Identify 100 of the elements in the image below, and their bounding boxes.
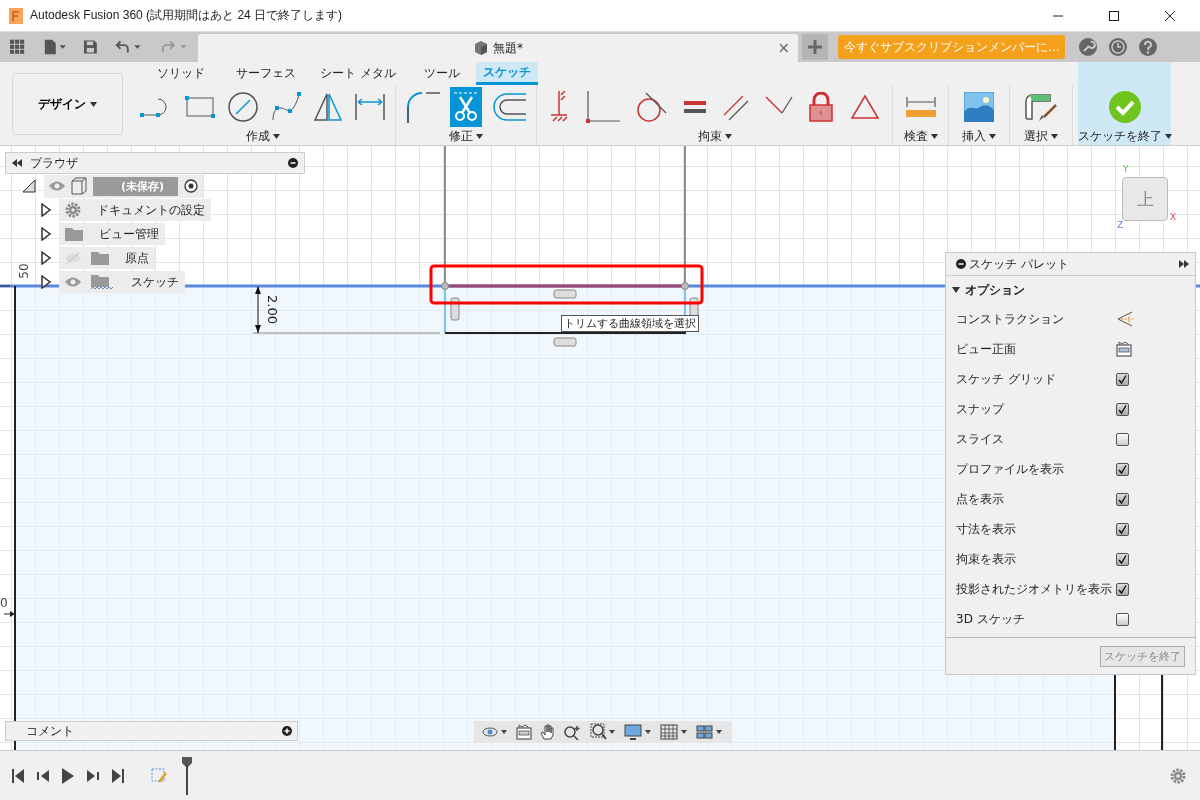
checkbox[interactable] [1116,552,1129,566]
window-title: Autodesk Fusion 360 (試用期間はあと 24 日で終了します) [30,7,343,24]
sketch-line[interactable] [1161,673,1163,750]
expand-icon[interactable] [41,251,51,265]
first-icon[interactable] [12,768,24,783]
settings-icon[interactable] [1170,767,1186,784]
caret-icon [476,134,483,139]
sketch-point[interactable] [441,282,449,290]
add-circle-icon[interactable] [282,726,292,736]
option-label: 点を表示 [956,490,1005,508]
ribbon-tab[interactable]: サーフェス [223,62,308,85]
group-dropdown[interactable]: 検査 [903,128,938,145]
display-icon[interactable] [624,724,652,740]
perpendicular-icon [585,91,620,123]
group-dropdown[interactable]: 選択 [1024,128,1058,145]
group-dropdown[interactable]: 作成 [245,128,280,145]
option-label: コンストラクション [956,310,1065,328]
zoom-icon[interactable] [564,724,582,740]
caret-icon[interactable] [952,287,960,293]
option-label: スケッチ グリッド [956,370,1057,388]
checkbox[interactable] [1116,462,1129,476]
close-icon[interactable] [1164,9,1176,22]
viewports-icon[interactable] [696,724,724,740]
checkbox[interactable] [1116,582,1129,596]
checkbox[interactable] [1116,432,1129,446]
rectangle-icon [184,95,217,119]
checkbox[interactable] [1116,372,1129,386]
sketch-point[interactable] [681,282,689,290]
grid-menu-icon[interactable] [10,39,25,55]
offset-icon [491,92,526,122]
component-icon [71,177,87,195]
sketch-folder-icon [91,274,115,290]
maximize-icon[interactable] [1108,9,1120,22]
ribbon-tab[interactable]: シート メタル [308,62,408,85]
option-label: プロファイルを表示 [956,460,1065,478]
save-icon[interactable] [84,40,98,54]
option-label: スライス [956,430,1005,448]
minus-circle-icon[interactable] [288,158,298,168]
caret-icon [724,134,732,139]
collapse-icon[interactable] [12,159,22,167]
radio-target-icon[interactable] [184,179,199,193]
sketch-line[interactable] [1114,673,1116,750]
sketch-line[interactable] [14,285,16,750]
look-at-icon[interactable] [1116,341,1132,357]
close-tab-button[interactable]: × [777,39,790,57]
caret-icon [1164,134,1172,139]
zoom-window-icon[interactable] [590,723,616,741]
checkbox[interactable] [1116,492,1129,506]
clock-icon[interactable] [1108,37,1129,57]
orbit-icon[interactable] [482,724,508,740]
option-label: 寸法を表示 [956,520,1017,538]
wrench-icon[interactable] [1078,37,1099,57]
vertical-constraint-icon[interactable] [450,297,460,321]
look-at-icon[interactable] [516,724,532,740]
checkbox[interactable] [1116,522,1129,536]
new-tab-icon[interactable] [802,34,828,60]
previous-icon[interactable] [37,768,49,783]
option-label: 投影されたジオメトリを表示 [956,580,1113,598]
timeline-marker-icon[interactable] [182,756,192,795]
mirror-icon [312,92,343,122]
grid-icon[interactable] [660,724,688,740]
next-icon[interactable] [87,768,99,783]
last-icon[interactable] [112,768,124,783]
minus-circle-icon[interactable] [956,259,966,269]
ribbon-tab[interactable]: ツール [408,62,476,85]
option-label: 3D スケッチ [956,610,1026,628]
group-dropdown[interactable]: 挿入 [962,128,996,145]
expand-icon[interactable] [41,275,51,289]
ruler-icon [905,96,936,118]
group-dropdown[interactable]: スケッチを終了 [1077,128,1172,145]
option-label: ビュー正面 [956,340,1017,358]
document-tab[interactable]: 無題* × [198,34,798,62]
expand-icon[interactable] [41,227,51,241]
construction-icon[interactable] [1116,311,1134,327]
expanded-icon[interactable] [22,179,36,193]
group-dropdown[interactable]: 拘束 [697,128,732,145]
equal-icon [684,99,707,115]
ribbon-tab[interactable]: ソリッド [138,62,223,85]
group-dropdown[interactable]: 修正 [449,128,483,145]
workspace-dropdown[interactable]: デザイン [12,73,123,135]
checkbox[interactable] [1116,402,1129,416]
option-label: 拘束を表示 [956,550,1017,568]
folder-icon [91,251,109,265]
expand-panel-icon[interactable] [1179,260,1189,268]
folder-icon [65,227,83,241]
pan-hand-icon[interactable] [540,724,556,740]
help-icon[interactable] [1138,37,1159,57]
expand-icon[interactable] [41,203,51,217]
panel-title: スケッチ パレット [969,255,1070,273]
fillet-icon [406,91,441,123]
checkbox[interactable] [1116,612,1129,626]
tangent-icon [635,91,668,123]
axis-label: 0 [0,596,8,610]
undo-icon[interactable] [115,39,143,55]
tool-button[interactable] [450,87,482,127]
dimension-value[interactable]: 2.00 [265,295,280,324]
play-icon[interactable] [62,767,74,784]
file-icon[interactable] [42,39,67,55]
axis-arrow [3,611,15,617]
section-title[interactable]: オプション [965,281,1025,299]
